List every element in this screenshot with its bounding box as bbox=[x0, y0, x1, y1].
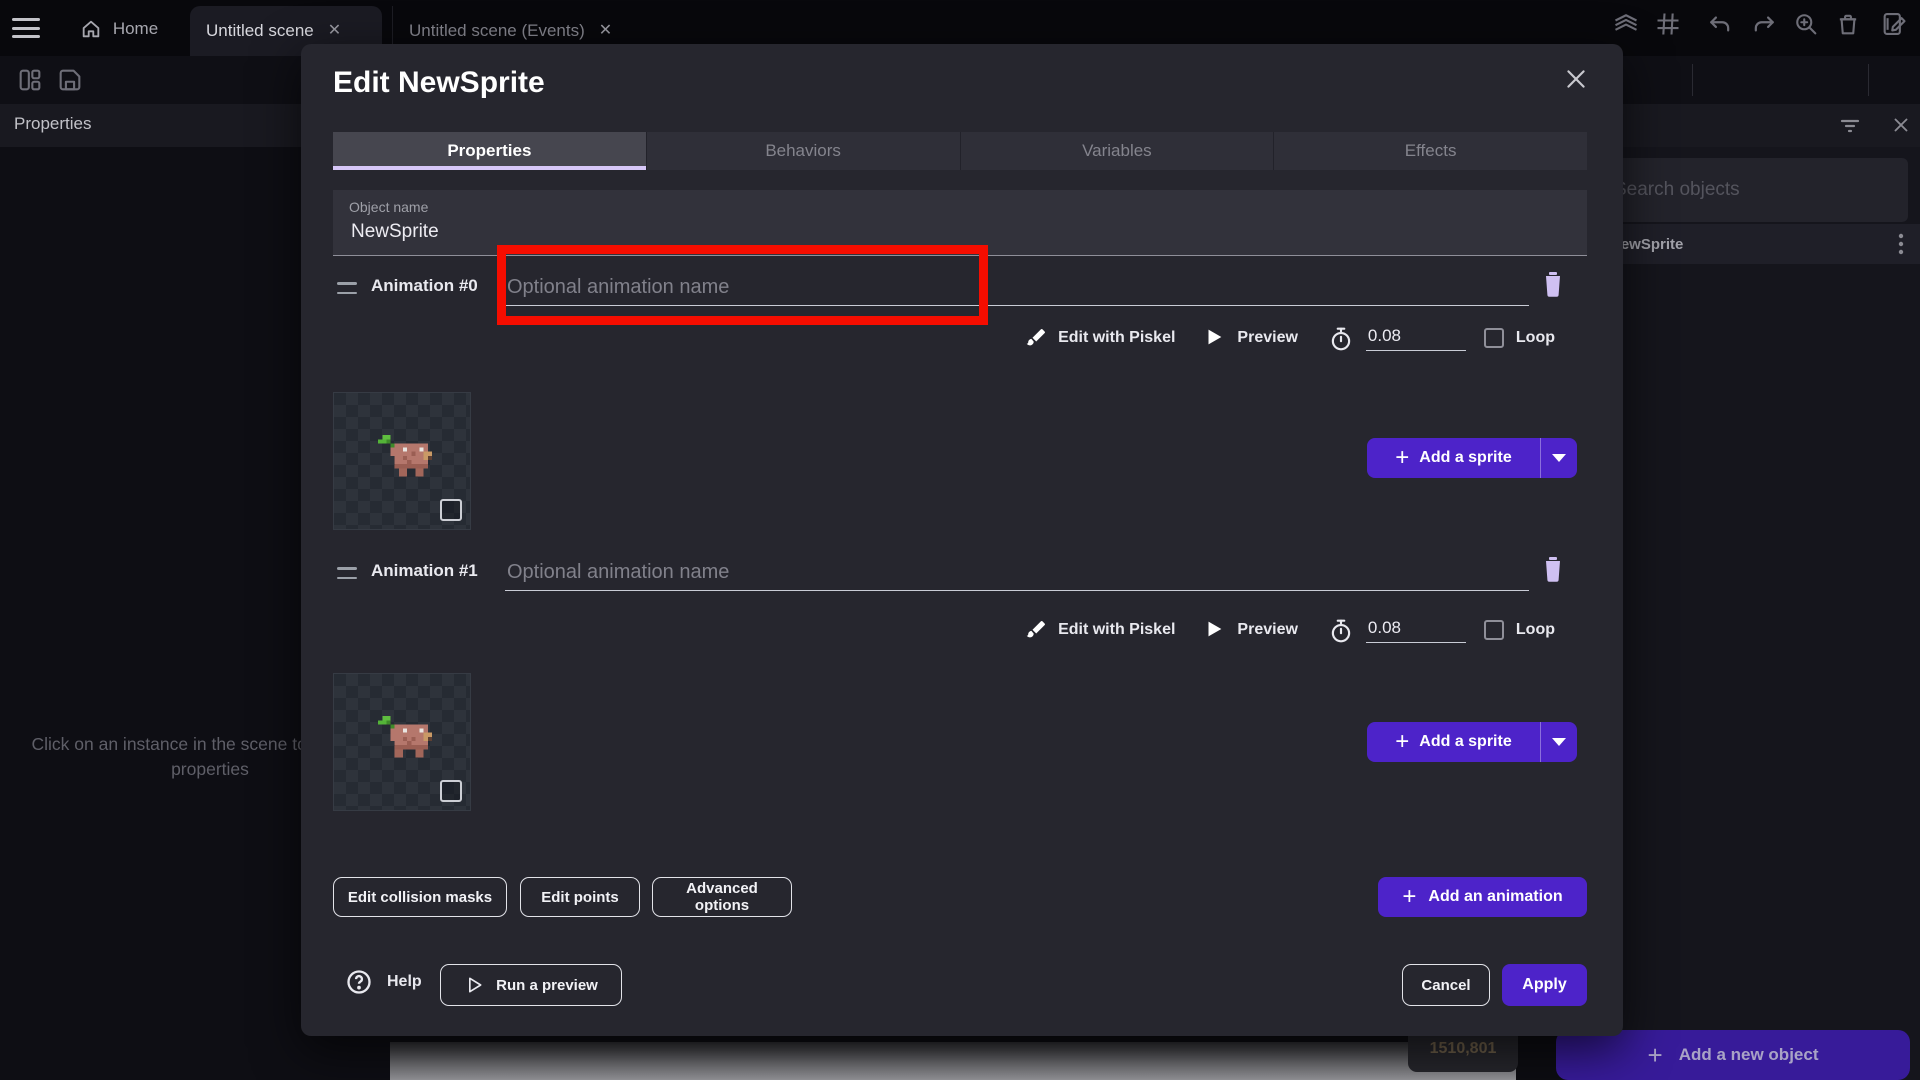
edit-collision-masks-button[interactable]: Edit collision masks bbox=[333, 877, 507, 917]
add-an-animation-button[interactable]: + Add an animation bbox=[1378, 877, 1587, 917]
close-dialog-icon[interactable] bbox=[1563, 66, 1589, 92]
loop-label: Loop bbox=[1516, 329, 1555, 347]
redo-icon[interactable] bbox=[1750, 10, 1778, 38]
animation-1-label: Animation #1 bbox=[371, 561, 478, 581]
grid-icon[interactable] bbox=[1654, 10, 1682, 38]
add-new-object-label: Add a new object bbox=[1679, 1045, 1819, 1065]
add-new-object-button[interactable]: + Add a new object bbox=[1556, 1030, 1910, 1080]
help-label: Help bbox=[387, 973, 422, 991]
loop-checkbox[interactable] bbox=[1484, 620, 1504, 640]
undo-icon[interactable] bbox=[1706, 10, 1734, 38]
home-icon bbox=[80, 18, 102, 40]
edit-points-button[interactable]: Edit points bbox=[520, 877, 640, 917]
run-a-preview-label: Run a preview bbox=[496, 977, 598, 994]
help-button[interactable]: Help bbox=[345, 968, 422, 996]
filter-icon[interactable] bbox=[1838, 116, 1862, 136]
save-icon[interactable] bbox=[56, 66, 84, 94]
add-sprite-button[interactable]: + Add a sprite bbox=[1367, 722, 1577, 762]
loop-checkbox[interactable] bbox=[1484, 328, 1504, 348]
help-icon bbox=[345, 968, 373, 996]
add-sprite-dropdown[interactable] bbox=[1540, 722, 1577, 762]
objects-panel bbox=[1592, 147, 1920, 1080]
cancel-button[interactable]: Cancel bbox=[1402, 964, 1490, 1006]
delete-animation-icon[interactable] bbox=[1541, 270, 1565, 298]
dialog-title: Edit NewSprite bbox=[333, 66, 545, 100]
pig-sprite-image bbox=[374, 712, 432, 770]
close-tab-icon[interactable]: ✕ bbox=[599, 23, 612, 39]
animation-1-name-input[interactable] bbox=[505, 554, 1529, 591]
add-an-animation-label: Add an animation bbox=[1428, 888, 1562, 906]
advanced-options-button[interactable]: Advanced options bbox=[652, 877, 792, 917]
tab-events-label: Untitled scene (Events) bbox=[409, 21, 585, 41]
hamburger-menu-icon[interactable] bbox=[12, 15, 40, 41]
select-frame-checkbox[interactable] bbox=[440, 780, 462, 802]
plus-icon: + bbox=[1395, 728, 1409, 756]
chevron-down-icon bbox=[1552, 454, 1566, 462]
object-list-item[interactable]: NewSprite bbox=[1592, 224, 1920, 264]
scene-canvas-edge bbox=[390, 1042, 1516, 1080]
tab-home-label: Home bbox=[113, 19, 158, 39]
sprite-frame-thumbnail[interactable] bbox=[333, 392, 471, 530]
add-sprite-button[interactable]: + Add a sprite bbox=[1367, 438, 1577, 478]
close-tab-icon[interactable]: ✕ bbox=[328, 23, 341, 39]
time-between-frames-input[interactable] bbox=[1366, 617, 1466, 643]
object-name-input[interactable] bbox=[349, 220, 1553, 244]
tab-home[interactable]: Home bbox=[54, 6, 184, 52]
preview-button[interactable]: Preview bbox=[1237, 621, 1297, 639]
plus-icon: + bbox=[1395, 444, 1409, 472]
edit-scene-icon[interactable] bbox=[1880, 10, 1908, 38]
add-sprite-label: Add a sprite bbox=[1419, 733, 1511, 751]
loop-label: Loop bbox=[1516, 621, 1555, 639]
animation-0-controls: Edit with Piskel Preview Loop bbox=[951, 320, 1555, 356]
toolbar-divider bbox=[1868, 64, 1869, 96]
tab-behaviors[interactable]: Behaviors bbox=[646, 132, 960, 170]
edit-with-piskel-button[interactable]: Edit with Piskel bbox=[1058, 329, 1175, 347]
gdevelop-editor: Home Untitled scene ✕ Untitled scene (Ev… bbox=[0, 0, 1920, 1080]
properties-panel-title: Properties bbox=[14, 114, 91, 134]
tab-variables[interactable]: Variables bbox=[960, 132, 1274, 170]
layout-panels-icon[interactable] bbox=[16, 66, 44, 94]
plus-icon: + bbox=[1648, 1040, 1663, 1071]
drag-handle-icon[interactable] bbox=[337, 282, 357, 294]
tab-effects[interactable]: Effects bbox=[1273, 132, 1587, 170]
time-between-frames-input[interactable] bbox=[1366, 325, 1466, 351]
delete-animation-icon[interactable] bbox=[1541, 555, 1565, 583]
play-icon bbox=[1203, 326, 1227, 350]
apply-button[interactable]: Apply bbox=[1502, 964, 1587, 1006]
play-icon bbox=[1203, 618, 1227, 642]
edit-with-piskel-button[interactable]: Edit with Piskel bbox=[1058, 621, 1175, 639]
layers-icon[interactable] bbox=[1612, 10, 1640, 38]
pig-sprite-image bbox=[374, 431, 432, 489]
toolbar-divider bbox=[1692, 64, 1693, 96]
tab-scene-label: Untitled scene bbox=[206, 21, 314, 41]
stopwatch-icon bbox=[1328, 326, 1352, 350]
search-objects-input[interactable] bbox=[1600, 158, 1908, 222]
chevron-down-icon bbox=[1552, 738, 1566, 746]
tab-properties[interactable]: Properties bbox=[333, 132, 646, 170]
play-outline-icon bbox=[464, 975, 484, 995]
stopwatch-icon bbox=[1328, 618, 1352, 642]
select-frame-checkbox[interactable] bbox=[440, 499, 462, 521]
close-panel-icon[interactable] bbox=[1890, 114, 1912, 136]
trash-icon[interactable] bbox=[1834, 10, 1862, 38]
add-sprite-label: Add a sprite bbox=[1419, 449, 1511, 467]
dialog-tabs: Properties Behaviors Variables Effects bbox=[333, 132, 1587, 170]
sprite-frame-thumbnail[interactable] bbox=[333, 673, 471, 811]
add-sprite-dropdown[interactable] bbox=[1540, 438, 1577, 478]
zoom-in-icon[interactable] bbox=[1792, 10, 1820, 38]
run-a-preview-button[interactable]: Run a preview bbox=[440, 964, 622, 1006]
edit-sprite-dialog: Edit NewSprite Properties Behaviors Vari… bbox=[301, 44, 1623, 1036]
animation-1-controls: Edit with Piskel Preview Loop bbox=[951, 612, 1555, 648]
plus-icon: + bbox=[1402, 883, 1416, 911]
animation-0-label: Animation #0 bbox=[371, 276, 478, 296]
object-menu-icon[interactable] bbox=[1898, 232, 1904, 256]
brush-icon bbox=[1024, 618, 1048, 642]
preview-button[interactable]: Preview bbox=[1237, 329, 1297, 347]
annotation-highlight-box bbox=[497, 245, 988, 325]
object-name-label: Object name bbox=[349, 199, 428, 215]
drag-handle-icon[interactable] bbox=[337, 567, 357, 579]
brush-icon bbox=[1024, 326, 1048, 350]
